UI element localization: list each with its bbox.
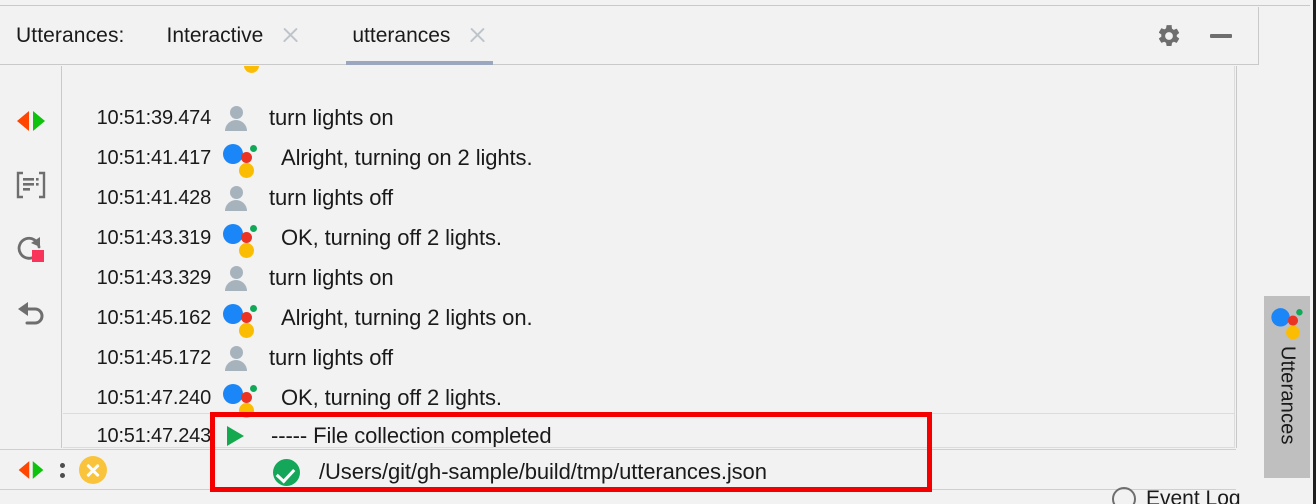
- table-row[interactable]: 10:51:47.240 OK, turning off 2 lights.: [63, 378, 1235, 418]
- tab-bar-divider: [1258, 7, 1259, 65]
- row-timestamp: 10:51:39.474: [96, 106, 212, 129]
- row-separator: [63, 413, 1235, 414]
- clipped-row-above: [63, 66, 1235, 88]
- minimize-icon[interactable]: [1208, 23, 1234, 49]
- row-text: turn lights off: [269, 345, 394, 370]
- close-icon[interactable]: [281, 26, 300, 45]
- user-icon: [223, 105, 269, 131]
- tool-window-label: Utterances:: [16, 23, 125, 47]
- assistant-icon: [223, 141, 269, 178]
- user-icon: [223, 345, 269, 371]
- row-timestamp: 10:51:47.240: [96, 386, 212, 409]
- row-timestamp: 10:51:45.172: [96, 346, 212, 369]
- row-text: OK, turning off 2 lights.: [281, 225, 502, 250]
- row-timestamp: 10:51:41.417: [96, 146, 212, 169]
- user-icon: [223, 185, 269, 211]
- row-timestamp: 10:51:45.162: [96, 306, 212, 329]
- tab-bar: Utterances: Interactive utterances: [0, 7, 1258, 65]
- left-toolbar: [0, 66, 62, 448]
- close-icon[interactable]: [468, 26, 487, 45]
- console-brackets-icon[interactable]: [14, 168, 48, 202]
- table-row[interactable]: 10:51:45.172 turn lights off: [63, 338, 1235, 378]
- log-scroll-sliver: [1234, 66, 1235, 448]
- assistant-icon: [223, 381, 269, 418]
- user-icon: [223, 265, 269, 291]
- tab-bar-actions: [1156, 23, 1258, 49]
- row-text: ----- File collection completed: [271, 423, 552, 448]
- row-text: /Users/git/gh-sample/build/tmp/utterance…: [319, 459, 767, 484]
- table-row[interactable]: 10:51:43.329 turn lights on: [63, 258, 1235, 298]
- window-top-strip: [0, 0, 1316, 6]
- row-text: Alright, turning on 2 lights.: [281, 145, 533, 170]
- tab-interactive-label: Interactive: [166, 23, 264, 47]
- assistant-icon: [223, 301, 269, 338]
- row-separator: [63, 447, 1235, 448]
- utterances-tool-window: Utterances: Interactive utterances 10:51…: [0, 0, 1316, 504]
- sidebar-item-utterances[interactable]: Utterances: [1264, 296, 1310, 478]
- tab-utterances-label: utterances: [352, 23, 451, 47]
- assistant-icon: [1271, 305, 1303, 340]
- table-row[interactable]: 10:51:45.162 Alright, turning 2 lights o…: [63, 298, 1235, 338]
- row-timestamp: 10:51:47.243: [96, 424, 212, 447]
- gear-icon[interactable]: [1156, 23, 1182, 49]
- row-timestamp: 10:51:43.319: [96, 226, 212, 249]
- success-check-icon: [269, 458, 315, 486]
- sidebar-item-label: Utterances: [1276, 346, 1299, 445]
- row-text: turn lights on: [269, 265, 394, 290]
- row-text: OK, turning off 2 lights.: [281, 385, 502, 410]
- table-row[interactable]: /Users/git/gh-sample/build/tmp/utterance…: [63, 452, 1235, 492]
- refresh-stop-icon[interactable]: [14, 232, 48, 266]
- table-row[interactable]: 10:51:41.428 turn lights off: [63, 178, 1235, 218]
- table-row[interactable]: 10:51:41.417 Alright, turning on 2 light…: [63, 138, 1235, 178]
- orange-green-arrows-icon[interactable]: [14, 104, 48, 138]
- utterances-log[interactable]: 10:51:39.474 turn lights on 10:51:41.417…: [63, 66, 1235, 448]
- play-icon: [223, 426, 269, 446]
- table-row[interactable]: 10:51:47.243 ----- File collection compl…: [63, 416, 1235, 448]
- table-row[interactable]: 10:51:43.319 OK, turning off 2 lights.: [63, 218, 1235, 258]
- row-timestamp: 10:51:43.329: [96, 266, 212, 289]
- row-text: turn lights off: [269, 185, 394, 210]
- orange-green-arrows-icon[interactable]: [16, 458, 46, 482]
- row-text: turn lights on: [269, 105, 394, 130]
- tab-interactive[interactable]: Interactive: [152, 7, 314, 65]
- undo-arrow-icon[interactable]: [14, 296, 48, 330]
- row-text: Alright, turning 2 lights on.: [281, 305, 533, 330]
- tab-utterances[interactable]: utterances: [338, 7, 501, 65]
- table-row[interactable]: 10:51:39.474 turn lights on: [63, 98, 1235, 138]
- assistant-icon: [223, 221, 269, 258]
- minimize-glyph: [1210, 33, 1232, 38]
- assistant-yellow-dot-partial: [244, 66, 259, 73]
- row-timestamp: 10:51:41.428: [96, 186, 212, 209]
